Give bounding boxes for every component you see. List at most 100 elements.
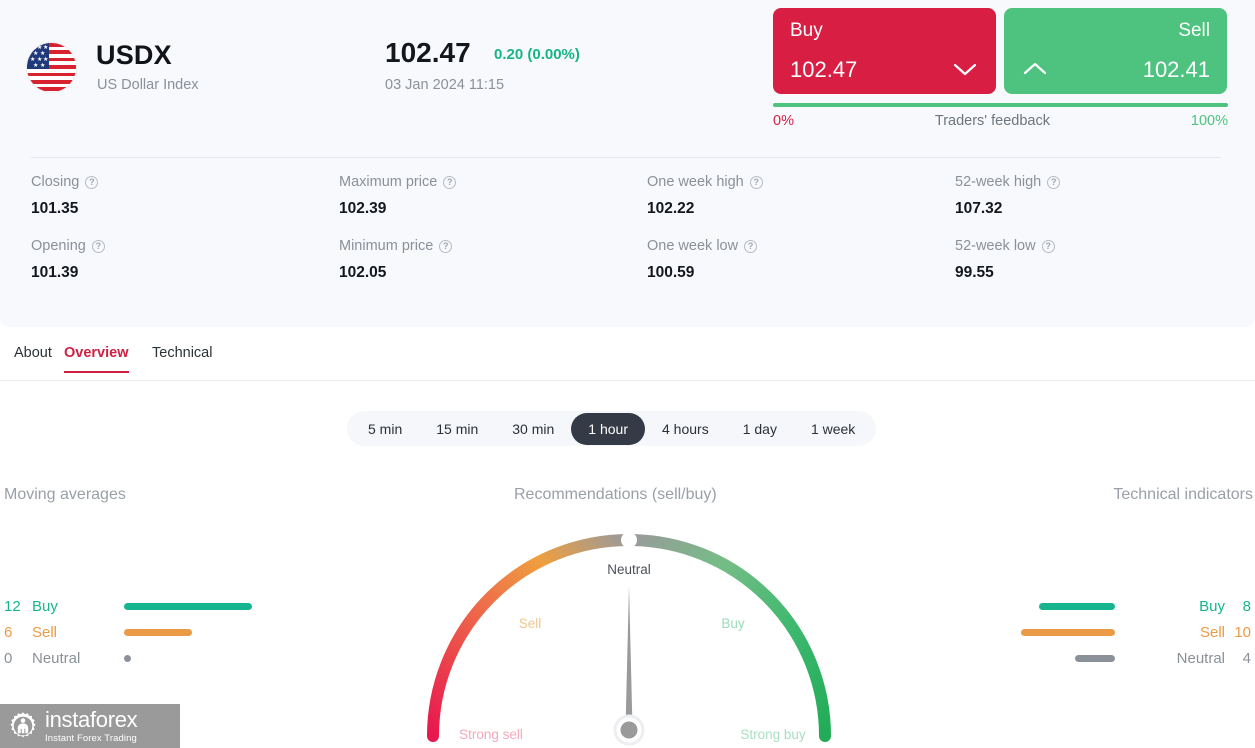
ma-neutral-bar bbox=[124, 654, 131, 662]
help-icon[interactable]: ? bbox=[744, 239, 758, 253]
ma-row-neutral: 0 Neutral bbox=[4, 645, 252, 671]
stat-closing: Closing? 101.35 bbox=[31, 172, 339, 218]
gauge-hub bbox=[620, 721, 638, 739]
help-icon[interactable]: ? bbox=[1047, 175, 1061, 189]
instrument-symbol: USDX bbox=[96, 40, 172, 70]
help-icon[interactable]: ? bbox=[443, 175, 457, 189]
ma-sell-bar bbox=[124, 628, 192, 636]
help-icon[interactable]: ? bbox=[91, 239, 105, 253]
stat-value: 102.39 bbox=[339, 200, 387, 217]
recommendations-gauge: Neutral Sell Buy Strong sell Strong buy bbox=[404, 508, 854, 748]
technical-indicators-chart: Buy 8 Sell 10 Neutral 4 bbox=[1021, 593, 1251, 671]
ti-neutral-label: Neutral bbox=[1176, 649, 1225, 667]
timeframe-1-day[interactable]: 1 day bbox=[726, 413, 794, 445]
timeframe-1-hour[interactable]: 1 hour bbox=[571, 412, 645, 445]
help-icon[interactable]: ? bbox=[439, 239, 453, 253]
feedback-title: Traders' feedback bbox=[934, 113, 1050, 129]
stat-label: Maximum price bbox=[339, 174, 438, 190]
stat-label: One week low bbox=[647, 238, 739, 254]
stat-label: 52-week low bbox=[955, 238, 1036, 254]
timeframe-4-hours[interactable]: 4 hours bbox=[645, 413, 726, 445]
tab-overview[interactable]: Overview bbox=[64, 345, 129, 373]
stat-value: 107.32 bbox=[955, 200, 1003, 217]
traders-feedback-bar bbox=[773, 103, 1228, 107]
stat-label: One week high bbox=[647, 174, 744, 190]
price-timestamp: 03 Jan 2024 11:15 bbox=[385, 77, 505, 93]
timeframe-15-min[interactable]: 15 min bbox=[419, 413, 495, 445]
stat-minimum-price: Minimum price? 102.05 bbox=[339, 236, 647, 282]
ma-row-buy: 12 Buy bbox=[4, 593, 252, 619]
gauge-label-buy: Buy bbox=[721, 616, 745, 631]
moving-averages-chart: 12 Buy 6 Sell 0 Neutral bbox=[4, 593, 252, 671]
stat-value: 101.39 bbox=[31, 264, 79, 281]
header-divider bbox=[31, 157, 1221, 158]
help-icon[interactable]: ? bbox=[85, 175, 99, 189]
ti-row-buy: Buy 8 bbox=[1021, 593, 1251, 619]
stat-label: Minimum price bbox=[339, 238, 434, 254]
timeframe-5-min[interactable]: 5 min bbox=[351, 413, 419, 445]
ma-buy-label: Buy bbox=[32, 597, 58, 615]
ma-neutral-label: Neutral bbox=[32, 649, 81, 667]
gauge-arc-buy-side bbox=[623, 534, 831, 742]
instaforex-brand: instaforex bbox=[45, 706, 138, 732]
help-icon[interactable]: ? bbox=[749, 175, 763, 189]
stat-label: 52-week high bbox=[955, 174, 1042, 190]
moving-averages-title: Moving averages bbox=[4, 486, 126, 503]
price-change: 0.20 (0.00%) bbox=[494, 46, 580, 63]
stat-value: 101.35 bbox=[31, 200, 79, 217]
ma-buy-bar bbox=[124, 602, 252, 610]
ma-sell-count: 6 bbox=[4, 623, 13, 641]
gauge-label-strong-buy: Strong buy bbox=[740, 727, 806, 742]
ti-sell-label: Sell bbox=[1199, 623, 1225, 641]
feedback-max: 100% bbox=[1190, 113, 1228, 129]
stat-maximum-price: Maximum price? 102.39 bbox=[339, 172, 647, 218]
stat-opening: Opening? 101.39 bbox=[31, 236, 339, 282]
instrument-stats-grid: Closing? 101.35 Maximum price? 102.39 On… bbox=[0, 172, 1255, 282]
timeframe-selector: 5 min 15 min 30 min 1 hour 4 hours 1 day… bbox=[347, 411, 877, 446]
gauge-top-marker bbox=[621, 532, 637, 548]
tab-technical[interactable]: Technical bbox=[152, 345, 212, 371]
ti-buy-count: 8 bbox=[1242, 597, 1251, 615]
ti-buy-bar bbox=[1039, 602, 1115, 610]
ma-buy-count: 12 bbox=[4, 597, 21, 615]
stat-one-week-high: One week high? 102.22 bbox=[647, 172, 955, 218]
stat-value: 102.05 bbox=[339, 264, 387, 281]
section-tabs: About Overview Technical bbox=[0, 345, 1255, 381]
recommendations-title: Recommendations (sell/buy) bbox=[514, 486, 717, 503]
chevron-down-icon bbox=[952, 61, 978, 77]
instaforex-gear-icon bbox=[8, 711, 38, 741]
buy-price: 102.47 bbox=[790, 57, 858, 82]
stat-value: 99.55 bbox=[955, 264, 994, 281]
instaforex-tagline: Instant Forex Trading bbox=[45, 732, 137, 744]
tab-about[interactable]: About bbox=[14, 345, 52, 371]
traders-feedback-row: 0% Traders' feedback 100% bbox=[773, 113, 1228, 129]
ti-row-sell: Sell 10 bbox=[1021, 619, 1251, 645]
stat-value: 102.22 bbox=[647, 200, 695, 217]
buy-button[interactable]: Buy 102.47 bbox=[773, 8, 996, 94]
instrument-header-card: ★ ★ ★ ★ ★ ★ ★ ★ ★ ★ USDX US Dollar Index… bbox=[0, 0, 1255, 327]
feedback-min: 0% bbox=[773, 113, 794, 129]
ti-neutral-count: 4 bbox=[1242, 649, 1251, 667]
ti-sell-bar bbox=[1021, 628, 1115, 636]
sell-label: Sell bbox=[1178, 20, 1210, 41]
instrument-overview-page: ★ ★ ★ ★ ★ ★ ★ ★ ★ ★ USDX US Dollar Index… bbox=[0, 0, 1255, 748]
instaforex-watermark: instaforex Instant Forex Trading bbox=[0, 704, 180, 748]
gauge-needle bbox=[625, 586, 633, 728]
current-price: 102.47 bbox=[385, 37, 471, 68]
gauge-label-sell: Sell bbox=[519, 616, 542, 631]
stat-52-week-low: 52-week low? 99.55 bbox=[955, 236, 1255, 282]
chevron-up-icon bbox=[1022, 61, 1048, 77]
ma-row-sell: 6 Sell bbox=[4, 619, 252, 645]
ti-row-neutral: Neutral 4 bbox=[1021, 645, 1251, 671]
technical-indicators-title: Technical indicators bbox=[1113, 486, 1253, 503]
instrument-description: US Dollar Index bbox=[97, 77, 199, 93]
ti-buy-label: Buy bbox=[1199, 597, 1225, 615]
gauge-arc-sell-side bbox=[427, 534, 635, 742]
timeframe-30-min[interactable]: 30 min bbox=[495, 413, 571, 445]
sell-button[interactable]: Sell 102.41 bbox=[1004, 8, 1227, 94]
help-icon[interactable]: ? bbox=[1041, 239, 1055, 253]
header-top-row: ★ ★ ★ ★ ★ ★ ★ ★ ★ ★ USDX US Dollar Index… bbox=[0, 0, 1255, 155]
timeframe-1-week[interactable]: 1 week bbox=[794, 413, 872, 445]
gauge-label-neutral: Neutral bbox=[607, 562, 651, 577]
sell-price: 102.41 bbox=[1142, 57, 1210, 82]
